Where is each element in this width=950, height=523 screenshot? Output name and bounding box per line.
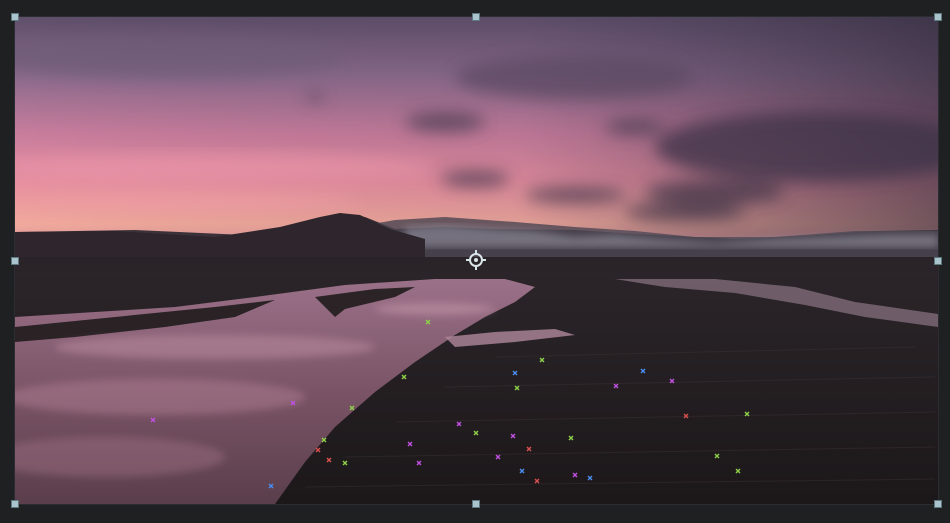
handle-middle-right[interactable] bbox=[934, 257, 942, 265]
handle-top-left[interactable] bbox=[11, 13, 19, 21]
handle-top-right[interactable] bbox=[934, 13, 942, 21]
handle-bottom-right[interactable] bbox=[934, 500, 942, 508]
crosshair-target-icon[interactable] bbox=[466, 250, 486, 270]
handle-bottom-center[interactable] bbox=[472, 500, 480, 508]
video-viewer bbox=[0, 0, 950, 523]
handle-top-center[interactable] bbox=[472, 13, 480, 21]
handle-bottom-left[interactable] bbox=[11, 500, 19, 508]
handle-middle-left[interactable] bbox=[11, 257, 19, 265]
